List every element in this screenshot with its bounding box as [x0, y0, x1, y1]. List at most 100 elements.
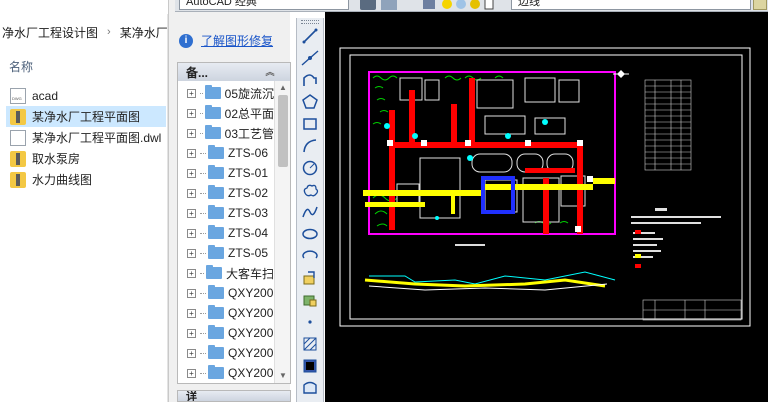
tree-item-label: ZTS-01: [228, 166, 269, 180]
drawing-canvas[interactable]: [325, 18, 768, 402]
tree-item-label: 大客车扫: [225, 266, 274, 281]
workspace-settings-icon[interactable]: [360, 0, 376, 10]
tree-header: 备... ︽: [178, 63, 290, 81]
tree-item[interactable]: + QXY200: [178, 283, 274, 303]
info-row: i 了解图形修复: [179, 32, 273, 49]
layer-match-icon[interactable]: [753, 0, 767, 10]
point-icon[interactable]: [300, 312, 320, 332]
workspace-select[interactable]: AutoCAD 经典: [179, 0, 349, 10]
file-item[interactable]: acad: [6, 85, 166, 106]
expand-plus-icon[interactable]: +: [187, 128, 196, 138]
breadcrumb-item[interactable]: 某净水厂工: [118, 24, 168, 41]
tree-scrollbar[interactable]: ▲ ▼: [274, 81, 290, 383]
tree-connector: [200, 112, 203, 114]
tree-item[interactable]: + QXY200: [178, 363, 274, 383]
expand-plus-icon[interactable]: +: [187, 208, 196, 218]
file-name: acad: [32, 88, 59, 103]
expand-plus-icon[interactable]: +: [187, 308, 196, 318]
expand-plus-icon[interactable]: +: [187, 228, 196, 238]
polygon-icon[interactable]: [300, 92, 320, 112]
tree-item[interactable]: +02总平面: [178, 103, 274, 123]
expand-plus-icon[interactable]: +: [187, 368, 196, 378]
workspace-flag-icon[interactable]: [381, 0, 397, 10]
layer-state-icons[interactable]: [423, 0, 513, 11]
tree-item[interactable]: + QXY200: [178, 343, 274, 363]
tree-item[interactable]: + QXY200: [178, 303, 274, 323]
tree-item-label: ZTS-04: [228, 226, 269, 240]
breadcrumb-item[interactable]: 净水厂工程设计图: [0, 24, 100, 41]
ellipse-arc-icon[interactable]: [300, 246, 320, 266]
file-name: 水力曲线图: [32, 173, 93, 187]
tree-item[interactable]: + ZTS-03: [178, 203, 274, 223]
expand-plus-icon[interactable]: +: [187, 148, 196, 158]
tree-item[interactable]: + ZTS-02: [178, 183, 274, 203]
collapse-chevron-icon[interactable]: ︽: [264, 65, 276, 79]
folder-icon: [208, 205, 224, 219]
zip-folder-icon: [10, 171, 26, 188]
document-icon: [10, 129, 26, 146]
gradient-icon[interactable]: [300, 356, 320, 376]
toolbar-grip[interactable]: [301, 20, 319, 24]
make-block-icon[interactable]: [300, 290, 320, 310]
breadcrumb-separator-icon: ›: [107, 26, 111, 38]
tree-item[interactable]: + ZTS-06: [178, 143, 274, 163]
spline-icon[interactable]: [300, 202, 320, 222]
tree-item-label: QXY200: [228, 366, 274, 380]
tree-item[interactable]: + 大客车扫: [178, 263, 274, 283]
folder-icon: [204, 105, 221, 119]
drawing-svg: [339, 47, 751, 327]
expand-plus-icon[interactable]: +: [187, 328, 196, 338]
expand-plus-icon[interactable]: +: [187, 348, 196, 358]
file-item[interactable]: 水力曲线图: [6, 169, 166, 190]
tree-item[interactable]: +05旋流沉: [178, 83, 274, 103]
rectangle-icon[interactable]: [300, 114, 320, 134]
scroll-down-icon[interactable]: ▼: [275, 369, 291, 383]
column-header-name[interactable]: 名称: [9, 58, 33, 75]
polyline-icon[interactable]: [300, 70, 320, 90]
expand-plus-icon[interactable]: +: [187, 168, 196, 178]
tree-item-label: 03工艺管: [224, 126, 274, 141]
folder-icon: [208, 225, 224, 239]
tree-item[interactable]: + QXY200: [178, 323, 274, 343]
expand-plus-icon[interactable]: +: [187, 268, 196, 278]
folder-icon: [208, 365, 224, 379]
tree-item[interactable]: + ZTS-01: [178, 163, 274, 183]
line-icon[interactable]: [300, 26, 320, 46]
construction-line-icon[interactable]: [300, 48, 320, 68]
folder-icon: [208, 285, 224, 299]
expand-plus-icon[interactable]: +: [187, 108, 196, 118]
layer-select[interactable]: 边线: [511, 0, 751, 10]
expand-plus-icon[interactable]: +: [187, 88, 196, 98]
details-section-header[interactable]: 详: [177, 390, 291, 402]
tree-item-label: ZTS-05: [228, 246, 269, 260]
tree-item-label: 02总平面: [224, 106, 274, 121]
expand-plus-icon[interactable]: +: [187, 288, 196, 298]
file-item[interactable]: 取水泵房: [6, 148, 166, 169]
hatch-icon[interactable]: [300, 334, 320, 354]
learn-drawing-recovery-link[interactable]: 了解图形修复: [201, 32, 273, 49]
tree-item-label: QXY200: [228, 346, 274, 360]
tree-item[interactable]: +03工艺管: [178, 123, 274, 143]
arc-icon[interactable]: [300, 136, 320, 156]
tree-item[interactable]: + ZTS-05: [178, 243, 274, 263]
expand-plus-icon[interactable]: +: [187, 188, 196, 198]
insert-block-icon[interactable]: [300, 268, 320, 288]
file-item[interactable]: 某净水厂工程平面图: [6, 106, 166, 127]
tree-item-label: QXY200: [228, 286, 274, 300]
circle-icon[interactable]: [300, 158, 320, 178]
folder-icon: [208, 145, 224, 159]
breadcrumb: 净水厂工程设计图 › 某净水厂工: [0, 20, 168, 44]
region-icon[interactable]: [300, 378, 320, 398]
tree-connector: [200, 92, 203, 94]
expand-plus-icon[interactable]: +: [187, 248, 196, 258]
file-name: 取水泵房: [32, 152, 81, 166]
ellipse-icon[interactable]: [300, 224, 320, 244]
scroll-up-icon[interactable]: ▲: [275, 81, 291, 95]
zip-folder-icon: [10, 150, 26, 167]
tree-connector: [200, 352, 206, 354]
tree-item[interactable]: + ZTS-04: [178, 223, 274, 243]
revision-cloud-icon[interactable]: [300, 180, 320, 200]
tree-connector: [200, 212, 206, 214]
file-item[interactable]: 某净水厂工程平面图.dwl: [6, 127, 166, 148]
scroll-thumb[interactable]: [278, 95, 288, 167]
